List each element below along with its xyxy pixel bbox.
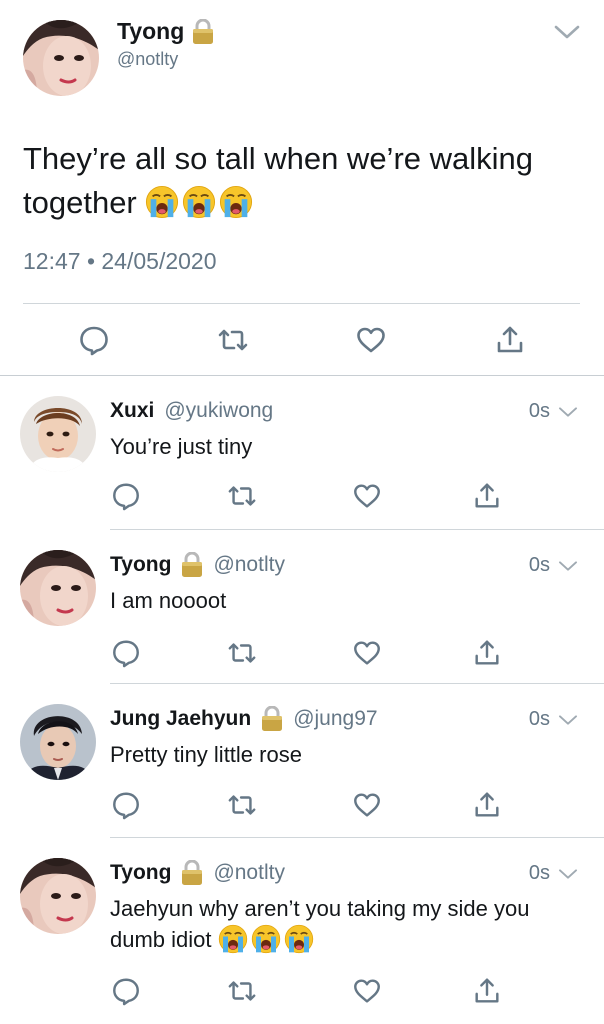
loudly-crying-face-emoji (145, 185, 179, 219)
reply-header: Jung Jaehyun @jung97 (110, 706, 378, 732)
retweet-icon[interactable] (227, 638, 257, 668)
like-icon[interactable] (352, 790, 382, 820)
share-icon[interactable] (472, 638, 502, 668)
reply-icon[interactable] (111, 481, 141, 511)
avatar-image (20, 550, 96, 626)
author-name-row[interactable]: Tyong (117, 18, 214, 45)
lock-icon (181, 860, 203, 886)
reply-text: I am noooot (110, 588, 227, 613)
author-display-name[interactable]: Jung Jaehyun (110, 707, 251, 731)
loudly-crying-face-emoji (284, 924, 314, 954)
avatar[interactable] (20, 704, 96, 780)
loudly-crying-face-emoji (219, 185, 253, 219)
avatar-image (20, 858, 96, 934)
reply-icon[interactable] (78, 324, 110, 356)
author-display-name[interactable]: Xuxi (110, 399, 154, 423)
retweet-icon[interactable] (227, 976, 257, 1006)
share-icon[interactable] (472, 976, 502, 1006)
reply-actions (0, 790, 604, 824)
divider (23, 303, 580, 304)
tweet-timestamp[interactable]: 12:47 • 24/05/2020 (23, 248, 217, 275)
loudly-crying-face-emoji (218, 924, 248, 954)
tweet-actions (0, 318, 604, 362)
like-icon[interactable] (352, 976, 382, 1006)
like-icon[interactable] (352, 638, 382, 668)
retweet-icon[interactable] (227, 790, 257, 820)
author-handle[interactable]: @notlty (213, 861, 285, 885)
reply-icon[interactable] (111, 976, 141, 1006)
tweet-text-content: They’re all so tall when we’re walking t… (23, 141, 534, 220)
avatar-image (20, 396, 96, 472)
loudly-crying-face-emoji (182, 185, 216, 219)
reply-header: Tyong @notlty (110, 552, 285, 578)
reply-header: Tyong @notlty (110, 860, 285, 886)
reply-actions (0, 481, 604, 515)
reply-icon[interactable] (111, 638, 141, 668)
chevron-down-icon[interactable] (557, 404, 579, 420)
reply-tweet[interactable]: Tyong @notlty 0s I am noooot (0, 530, 604, 684)
reply-time: 0s (528, 708, 550, 730)
author-display-name[interactable]: Tyong (110, 553, 171, 577)
avatar-image (23, 20, 99, 96)
reply-time: 0s (528, 862, 550, 884)
reply-time: 0s (528, 554, 550, 576)
chevron-down-icon[interactable] (557, 558, 579, 574)
lock-icon (181, 552, 203, 578)
avatar-image (20, 704, 96, 780)
tweet-text: They’re all so tall when we’re walking t… (23, 137, 583, 225)
share-icon[interactable] (472, 790, 502, 820)
reply-text-content: Jaehyun why aren’t you taking my side yo… (110, 896, 530, 952)
retweet-icon[interactable] (217, 324, 249, 356)
reply-header: Xuxi @yukiwong (110, 398, 273, 424)
reply-text: Jaehyun why aren’t you taking my side yo… (110, 894, 580, 955)
share-icon[interactable] (494, 324, 526, 356)
author-handle[interactable]: @jung97 (293, 707, 377, 731)
author-display-name[interactable]: Tyong (110, 861, 171, 885)
share-icon[interactable] (472, 481, 502, 511)
chevron-down-icon[interactable] (557, 712, 579, 728)
avatar[interactable] (20, 550, 96, 626)
like-icon[interactable] (355, 324, 387, 356)
reply-tweet[interactable]: Xuxi @yukiwong 0s You’re just tiny (0, 376, 604, 530)
author-display-name[interactable]: Tyong (117, 18, 184, 45)
reply-time: 0s (528, 400, 550, 422)
lock-icon (261, 706, 283, 732)
loudly-crying-face-emoji (251, 924, 281, 954)
reply-tweet[interactable]: Jung Jaehyun @jung97 0s Pretty tiny litt… (0, 684, 604, 838)
main-tweet: Tyong @notlty They’re all so tall when w… (0, 0, 604, 375)
lock-icon (192, 19, 214, 45)
author-handle[interactable]: @yukiwong (164, 399, 273, 423)
reply-tweet[interactable]: Tyong @notlty 0s Jaehyun why aren’t you … (0, 838, 604, 1024)
retweet-icon[interactable] (227, 481, 257, 511)
reply-text: Pretty tiny little rose (110, 742, 302, 767)
chevron-down-icon[interactable] (552, 20, 582, 44)
avatar[interactable] (20, 396, 96, 472)
author-handle[interactable]: @notlty (117, 49, 178, 70)
reply-actions (0, 638, 604, 672)
like-icon[interactable] (352, 481, 382, 511)
avatar[interactable] (20, 858, 96, 934)
avatar[interactable] (23, 20, 99, 96)
reply-icon[interactable] (111, 790, 141, 820)
author-handle[interactable]: @notlty (213, 553, 285, 577)
chevron-down-icon[interactable] (557, 866, 579, 882)
reply-text: You’re just tiny (110, 434, 253, 459)
reply-actions (0, 976, 604, 1010)
